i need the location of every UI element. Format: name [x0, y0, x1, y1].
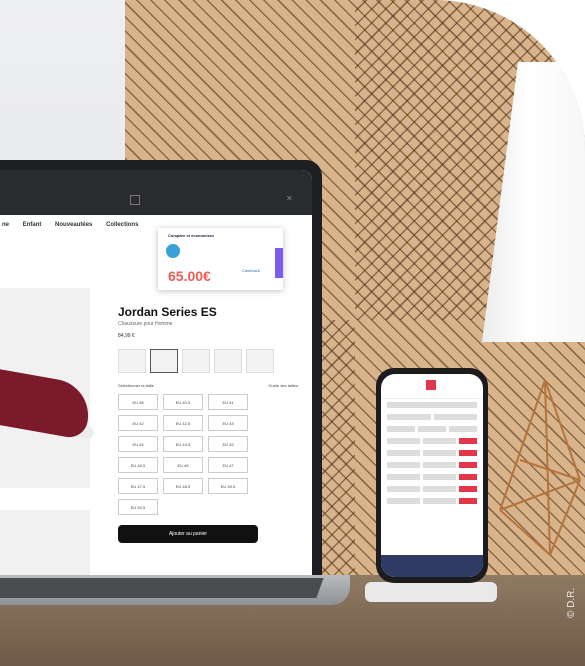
- thumbnail[interactable]: [246, 349, 274, 373]
- phone-nav-bar: [381, 555, 483, 577]
- phone-screen: [381, 374, 483, 577]
- product-panel: Jordan Series ES Chaussure pour Homme 84…: [118, 305, 298, 543]
- thumbnail[interactable]: [214, 349, 242, 373]
- size-option[interactable]: EU 44.5: [163, 436, 203, 452]
- smartphone: [376, 368, 488, 583]
- sizes-header: Sélectionner la taille Guide des tailles: [118, 383, 298, 388]
- cashback-label: Cashback: [242, 268, 260, 273]
- nav-item[interactable]: Collections: [106, 222, 138, 228]
- add-to-cart-button[interactable]: Ajouter au panier: [118, 525, 258, 543]
- browser-toolbar: ✕: [0, 170, 312, 215]
- browser-tab-icon: [130, 195, 140, 205]
- nav-item[interactable]: Enfant: [23, 222, 42, 228]
- size-option[interactable]: EU 44: [118, 436, 158, 452]
- product-price: 84,99 €: [118, 333, 135, 339]
- compare-popup: Compare et économisez 65.00€ Cashback: [158, 228, 283, 290]
- brand-logo: [426, 380, 436, 390]
- thumbnail[interactable]: [150, 349, 178, 373]
- size-option[interactable]: EU 47: [208, 457, 248, 473]
- laptop-screen: ✕ ne Enfant Nouveautées Collections Jord…: [0, 170, 312, 575]
- product-title: Jordan Series ES: [118, 305, 217, 319]
- size-option[interactable]: EU 48.5: [163, 478, 203, 494]
- size-option[interactable]: EU 42: [118, 415, 158, 431]
- size-option[interactable]: EU 38: [118, 394, 158, 410]
- photo-scene: ✕ ne Enfant Nouveautées Collections Jord…: [0, 0, 585, 666]
- size-option[interactable]: EU 40.5: [163, 394, 203, 410]
- popup-title: Compare et économisez: [168, 233, 215, 238]
- size-option[interactable]: EU 46: [163, 457, 203, 473]
- size-guide-link[interactable]: Guide des tailles: [268, 383, 298, 388]
- close-icon: ✕: [286, 194, 293, 203]
- sizes-label: Sélectionner la taille: [118, 383, 154, 388]
- nav-item[interactable]: Nouveautées: [55, 222, 92, 228]
- store-logo-icon: [166, 244, 180, 258]
- size-option[interactable]: EU 43: [208, 415, 248, 431]
- laptop-keyboard: [0, 578, 324, 598]
- site-nav: ne Enfant Nouveautées Collections: [2, 222, 150, 228]
- size-option[interactable]: EU 45: [208, 436, 248, 452]
- photo-credit: © D.R.: [566, 587, 577, 618]
- size-option[interactable]: EU 45.5: [118, 457, 158, 473]
- side-tab[interactable]: [275, 248, 283, 278]
- product-subtitle: Chaussure pour Homme: [118, 321, 173, 327]
- laptop: ✕ ne Enfant Nouveautées Collections Jord…: [0, 160, 322, 580]
- size-option[interactable]: EU 47.5: [118, 478, 158, 494]
- popup-price: 65.00€: [168, 268, 211, 284]
- size-option[interactable]: EU 41: [208, 394, 248, 410]
- phone-stand: [365, 582, 497, 602]
- size-option[interactable]: EU 50.5: [118, 499, 158, 515]
- phone-header: [381, 374, 483, 399]
- color-thumbnails: [118, 349, 298, 373]
- size-option[interactable]: EU 49.5: [208, 478, 248, 494]
- geometric-lamp-base: [499, 379, 581, 556]
- product-image-2: [0, 510, 90, 575]
- nav-item[interactable]: ne: [2, 222, 9, 228]
- thumbnail[interactable]: [118, 349, 146, 373]
- size-grid: EU 38 EU 40.5 EU 41 EU 42 EU 42.5 EU 43 …: [118, 394, 298, 515]
- size-option[interactable]: EU 42.5: [163, 415, 203, 431]
- thumbnail[interactable]: [182, 349, 210, 373]
